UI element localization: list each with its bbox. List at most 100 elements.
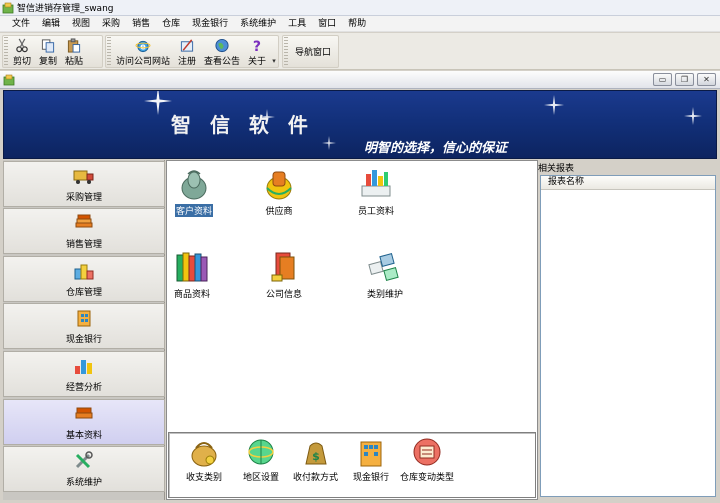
staff-data-item[interactable]: 员工资料 [357,166,395,217]
toolbar-edit-group: 剪切 复制 粘贴 [2,35,103,68]
nav-item-system[interactable]: 系统维护 [3,446,165,492]
svg-text:?: ? [253,39,261,53]
supplier-item[interactable]: 供应商 [261,166,297,217]
visit-website-label: 访问公司网站 [115,57,170,67]
cut-button[interactable]: 剪切 [9,36,35,67]
company-icon [271,252,295,282]
child-window-icon [3,74,15,86]
menu-file[interactable]: 文件 [6,16,36,32]
cash-bank-item[interactable]: 现金银行 [352,436,390,483]
star-decoration [322,136,336,150]
nav-label: 系统维护 [65,478,102,488]
nav-item-cash-bank[interactable]: 现金银行 [3,303,165,349]
company-info-label: 公司信息 [266,290,303,300]
related-reports-panel: 相关报表 报表名称 [538,160,717,500]
menu-system[interactable]: 系统维护 [234,16,282,32]
menu-edit[interactable]: 编辑 [36,16,66,32]
staff-data-label: 员工资料 [358,207,395,217]
register-button[interactable]: 注册 [174,36,200,67]
purse-icon [191,442,217,467]
menu-cash-bank[interactable]: 现金银行 [186,16,234,32]
nav-label: 销售管理 [65,240,102,250]
about-label: 关于 [248,57,267,67]
star-decoration [544,95,564,115]
globe-icon [215,38,229,53]
nav-window-button[interactable]: 导航窗口 [289,36,337,67]
paste-label: 粘贴 [65,57,84,67]
view-notice-button[interactable]: 查看公告 [200,36,244,67]
menu-purchase[interactable]: 采购 [96,16,126,32]
customer-data-item[interactable]: 客户资料 [173,166,215,218]
bank-building-icon [360,441,382,467]
menu-tools[interactable]: 工具 [282,16,312,32]
product-data-label: 商品资料 [174,290,211,300]
toolbar-nav-group: 导航窗口 [282,35,339,68]
menu-help[interactable]: 帮助 [342,16,372,32]
menu-window[interactable]: 窗口 [312,16,342,32]
category-icon [368,253,399,281]
visit-website-button[interactable]: e 访问公司网站 [112,36,174,67]
child-window-title-bar: ▭ ❐ ✕ [0,71,720,89]
menu-view[interactable]: 视图 [66,16,96,32]
paste-button[interactable]: 粘贴 [61,36,87,67]
supplier-icon [266,171,292,200]
cash-bank-label: 现金银行 [353,473,390,483]
star-decoration [144,91,172,115]
company-info-item[interactable]: 公司信息 [265,249,303,300]
tools-icon [75,451,93,469]
toolbar-grip[interactable] [107,37,111,66]
scissors-icon [16,38,28,53]
report-name-column-header[interactable]: 报表名称 [541,176,715,190]
nav-item-sales[interactable]: 销售管理 [3,208,165,254]
nav-label: 经营分析 [65,383,102,393]
nav-label: 仓库管理 [65,288,102,298]
nav-item-purchase[interactable]: 采购管理 [3,161,165,207]
books-icon [75,214,93,228]
banner: 智 信 软 件 明智的选择，信心的保证 [3,90,717,159]
menu-bar: 文件 编辑 视图 采购 销售 仓库 现金银行 系统维护 工具 窗口 帮助 [0,16,720,32]
brand-slogan: 明智的选择，信心的保证 [364,141,508,156]
category-maintenance-label: 类别维护 [367,290,404,300]
bottom-shortcut-panel: 收支类别 地区设置 $ 收付款方式 现金银行 仓库变动类型 [168,432,536,498]
toolbar-grip[interactable] [4,37,8,66]
cut-label: 剪切 [13,57,32,67]
basic-data-icon [75,407,93,419]
toolbar-info-group: e 访问公司网站 注册 查看公告 ? 关于 ▾ [105,35,279,68]
customer-data-label: 客户资料 [173,203,215,218]
minimize-button[interactable]: ▭ [653,73,672,86]
nav-item-analysis[interactable]: 经营分析 [3,351,165,397]
warehouse-change-type-item[interactable]: 仓库变动类型 [399,436,455,483]
help-icon: ? [253,39,261,53]
copy-button[interactable]: 复制 [35,36,61,67]
report-list[interactable]: 报表名称 [540,175,716,497]
income-expense-category-item[interactable]: 收支类别 [185,436,223,483]
menu-warehouse[interactable]: 仓库 [156,16,186,32]
paste-icon [67,38,81,53]
toolbar-overflow-button[interactable]: ▾ [270,36,278,67]
chart-icon [75,360,92,374]
restore-button[interactable]: ❐ [675,73,694,86]
nav-item-basic-data[interactable]: 基本资料 [3,399,165,445]
nav-item-warehouse[interactable]: 仓库管理 [3,256,165,302]
region-settings-item[interactable]: 地区设置 [242,436,280,483]
close-button[interactable]: ✕ [697,73,716,86]
money-bag-icon: $ [304,442,327,465]
copy-icon [41,39,55,53]
nav-label: 采购管理 [65,193,102,203]
register-label: 注册 [178,57,197,67]
menu-sales[interactable]: 销售 [126,16,156,32]
payment-method-item[interactable]: $ 收付款方式 [292,436,339,483]
star-decoration [684,107,702,125]
about-button[interactable]: ? 关于 [244,36,270,67]
truck-icon [73,170,94,184]
nav-label: 现金银行 [65,335,102,345]
warehouse-change-icon [413,438,441,466]
app-icon [2,2,14,13]
category-maintenance-item[interactable]: 类别维护 [366,249,404,300]
toolbar-grip[interactable] [284,37,288,66]
staff-icon [361,170,391,197]
supplier-label: 供应商 [265,207,293,217]
income-expense-category-label: 收支类别 [186,473,223,483]
brand-title: 智 信 软 件 [171,113,314,137]
product-data-item[interactable]: 商品资料 [173,249,211,300]
